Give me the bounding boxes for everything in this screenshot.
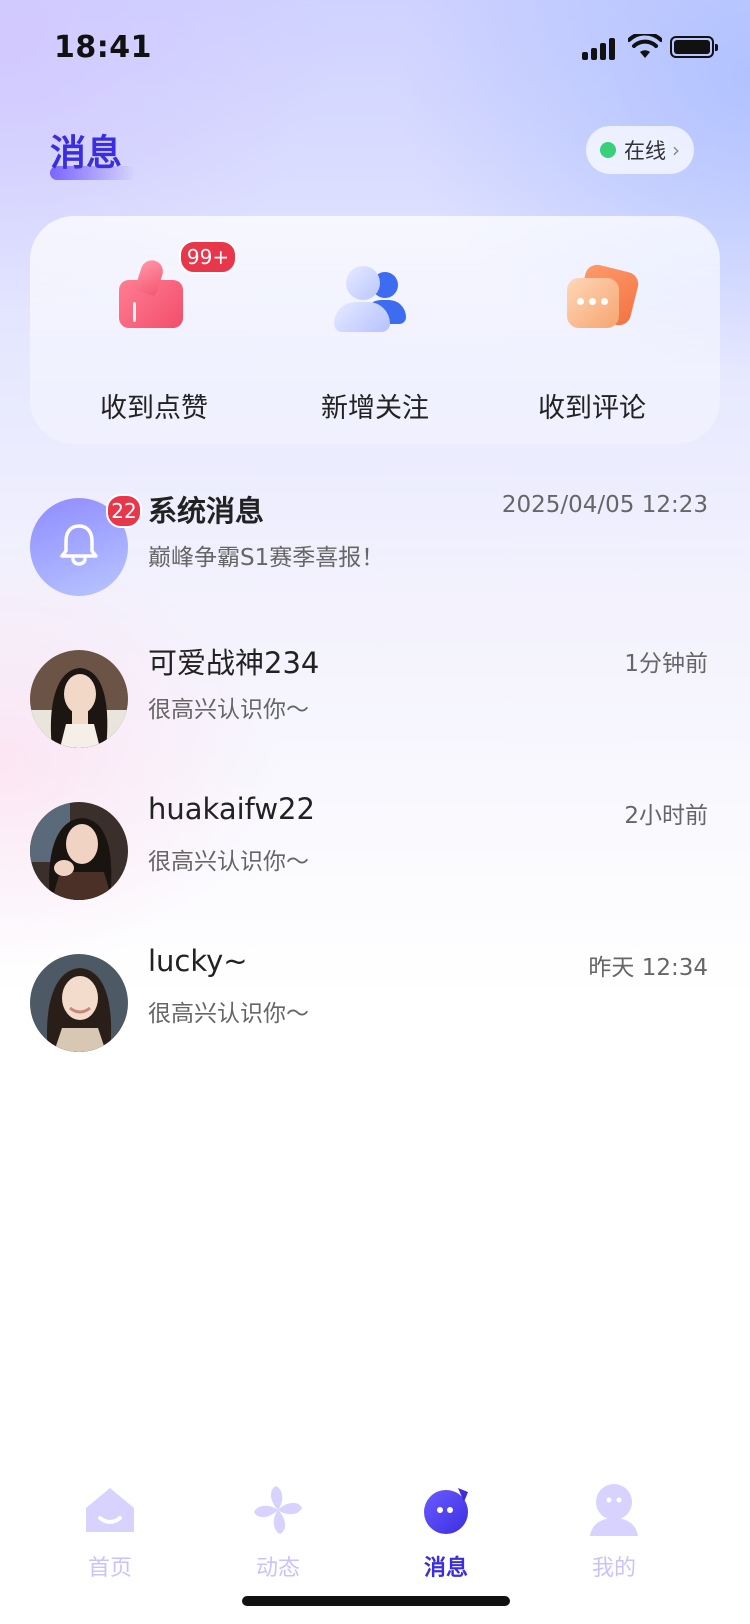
message-time: 2025/04/05 12:23 [501,492,708,518]
message-preview: 很高兴认识你～ [148,849,309,875]
message-row[interactable]: 可爱战神234 1分钟前 很高兴认识你～ [0,628,750,748]
quick-action-label: 新增关注 [321,393,429,424]
tab-profile[interactable]: 我的 [554,1482,674,1582]
tab-feed[interactable]: 动态 [218,1482,338,1582]
tab-messages[interactable]: 消息 [386,1482,506,1582]
thumbs-up-icon: 99+ [109,240,237,346]
message-row[interactable]: huakaifw22 2小时前 很高兴认识你～ [0,780,750,900]
message-sender: huakaifw22 [148,792,315,826]
message-sender: 可爱战神234 [148,646,320,680]
quick-action-likes[interactable]: 99+ 收到点赞 [54,240,254,425]
avatar [30,802,128,900]
unread-badge: 22 [106,494,142,528]
message-preview: 很高兴认识你～ [148,1001,309,1027]
battery-icon [670,36,718,58]
profile-icon [590,1484,638,1536]
bell-icon [60,524,98,566]
status-bar: 18:41 [0,0,750,100]
online-status-button[interactable]: 在线 › [586,126,694,174]
users-icon [330,256,420,346]
cellular-signal-icon [582,36,618,60]
quick-actions-card: 99+ 收到点赞 新增关注 收到评论 [30,216,720,444]
avatar [30,650,128,748]
message-icon [424,1488,468,1534]
home-icon [86,1488,134,1532]
message-preview: 很高兴认识你～ [148,697,309,723]
message-row-system[interactable]: 22 系统消息 2025/04/05 12:23 巅峰争霸S1赛季喜报！ [0,476,750,596]
tab-label: 动态 [255,1556,300,1581]
page-title: 消息 [50,133,123,174]
message-sender: lucky~ [148,944,248,978]
tab-home[interactable]: 首页 [50,1482,170,1582]
online-status-label: 在线 [624,139,666,163]
wifi-icon [628,34,662,58]
message-preview: 巅峰争霸S1赛季喜报！ [148,545,385,571]
bottom-tab-bar: 首页 动态 消息 我的 [0,1460,750,1582]
message-time: 2小时前 [624,803,708,829]
comment-icon [547,256,641,346]
tab-label: 消息 [423,1556,468,1581]
quick-action-label: 收到评论 [538,393,646,424]
message-sender: 系统消息 [148,494,265,528]
home-indicator [242,1596,510,1606]
avatar [30,954,128,1052]
likes-badge: 99+ [179,240,237,274]
pinwheel-icon [254,1486,302,1534]
message-time: 1分钟前 [624,651,708,677]
quick-action-comments[interactable]: 收到评论 [492,256,692,425]
status-time: 18:41 [54,30,152,65]
message-time: 昨天 12:34 [588,955,708,981]
tab-label: 首页 [87,1556,132,1581]
tab-label: 我的 [591,1556,636,1581]
message-row[interactable]: lucky~ 昨天 12:34 很高兴认识你～ [0,932,750,1052]
quick-action-follows[interactable]: 新增关注 [275,256,475,425]
quick-action-label: 收到点赞 [100,393,208,424]
chevron-right-icon: › [672,138,680,162]
online-dot-icon [600,142,616,158]
